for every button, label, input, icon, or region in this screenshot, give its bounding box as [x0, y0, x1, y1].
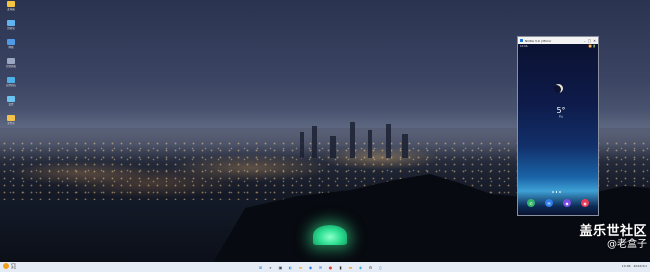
- weather-widget[interactable]: 5° 多云: [548, 106, 574, 118]
- taskbar: 2°C 多云 ⊞ ⌕ ▣ ◐ ▬ ◆ ✉ ● ▮ ▬ ◈ ⚙ ▯ 10:06 2022/3/1: [0, 262, 650, 272]
- store-icon[interactable]: ◆: [307, 264, 314, 271]
- desktop-icon-label: 网络: [8, 46, 14, 49]
- page-indicator: [552, 191, 561, 193]
- phone-icon[interactable]: ✆: [527, 199, 535, 207]
- window-title-bar[interactable]: NODA 3.0 | Mirror – □ ✕: [518, 37, 598, 44]
- folder-icon: [7, 115, 15, 121]
- close-button[interactable]: ✕: [593, 39, 596, 43]
- maximize-button[interactable]: □: [588, 39, 591, 43]
- desktop-icon-label: 此电脑: [7, 8, 15, 11]
- monitor-icon: [7, 20, 15, 26]
- desktop-icon[interactable]: 此电脑: [2, 1, 20, 19]
- phone-screen[interactable]: 10:06 📶 🔋 5° 多云 ✆ ✉ ◆ ◉: [518, 44, 598, 215]
- watermark-author: @老盒子: [607, 239, 647, 250]
- desktop-icon[interactable]: 回收站: [2, 20, 20, 38]
- watermark-title: 盖乐世社区: [579, 224, 647, 239]
- chrome-icon[interactable]: ●: [327, 264, 334, 271]
- messages-icon[interactable]: ✉: [545, 199, 553, 207]
- sun-icon: [3, 263, 9, 269]
- window-title: NODA 3.0 | Mirror: [525, 38, 552, 43]
- settings-icon[interactable]: ⚙: [367, 264, 374, 271]
- window-app-icon: [520, 39, 523, 42]
- terminal-icon[interactable]: ▮: [337, 264, 344, 271]
- desktop-icon[interactable]: 控制面板: [2, 58, 20, 76]
- tray-time[interactable]: 10:06: [622, 264, 631, 268]
- page-dot: [552, 191, 554, 193]
- network-icon: [7, 39, 15, 45]
- desktop-icon-label: 回收站: [7, 27, 15, 30]
- phone-status-icons: 📶 🔋: [588, 45, 596, 48]
- folder-icon: [7, 1, 15, 7]
- minimize-button[interactable]: –: [584, 39, 586, 43]
- page-dot: [555, 191, 557, 193]
- settings-icon: [7, 96, 15, 102]
- photos-icon[interactable]: ◈: [357, 264, 364, 271]
- store-icon[interactable]: ◆: [563, 199, 571, 207]
- app-icon: [7, 77, 15, 83]
- desktop-icon[interactable]: 网络: [2, 39, 20, 57]
- desktop-icon[interactable]: 设置: [2, 96, 20, 114]
- system-tray[interactable]: 10:06 2022/3/1: [622, 264, 647, 268]
- taskbar-apps: ⊞ ⌕ ▣ ◐ ▬ ◆ ✉ ● ▮ ▬ ◈ ⚙ ▯: [257, 264, 384, 271]
- phone-link-icon[interactable]: ▯: [377, 264, 384, 271]
- wallpaper-tent: [313, 225, 347, 245]
- desktop-icon-label: 控制面板: [5, 65, 16, 68]
- desktop-icon-label: 应用商店: [5, 84, 16, 87]
- taskbar-weather-desc: 多云: [11, 266, 17, 269]
- desktop-icon-label: 设置: [8, 103, 14, 106]
- edge-icon[interactable]: ◐: [287, 264, 294, 271]
- phone-status-bar: 10:06 📶 🔋: [518, 44, 598, 49]
- weather-temperature: 5°: [556, 106, 566, 115]
- folder-icon[interactable]: ▬: [347, 264, 354, 271]
- wallpaper-skyline: [290, 118, 430, 158]
- taskbar-weather-widget[interactable]: 2°C 多云: [3, 263, 16, 269]
- explorer-icon[interactable]: ▬: [297, 264, 304, 271]
- search-icon[interactable]: ⌕: [267, 264, 274, 271]
- page-dot: [559, 191, 561, 193]
- phone-dock: ✆ ✉ ◆ ◉: [522, 199, 594, 207]
- weather-condition: 多云: [558, 115, 564, 118]
- phone-mirror-window[interactable]: NODA 3.0 | Mirror – □ ✕ 10:06 📶 🔋 5° 多云 …: [517, 36, 599, 216]
- community-watermark: 盖乐世社区 @老盒子: [555, 224, 647, 251]
- mail-icon[interactable]: ✉: [317, 264, 324, 271]
- desktop-icon[interactable]: 应用商店: [2, 77, 20, 95]
- desktop-icon-label: 文件夹: [7, 122, 15, 125]
- tray-date[interactable]: 2022/3/1: [634, 264, 647, 268]
- panel-icon: [7, 58, 15, 64]
- task-view-icon[interactable]: ▣: [277, 264, 284, 271]
- phone-clock: 10:06: [520, 45, 528, 48]
- windows-start-icon[interactable]: ⊞: [257, 264, 264, 271]
- desktop-icon[interactable]: 文件夹: [2, 115, 20, 133]
- camera-icon[interactable]: ◉: [581, 199, 589, 207]
- moon-icon: [554, 84, 563, 93]
